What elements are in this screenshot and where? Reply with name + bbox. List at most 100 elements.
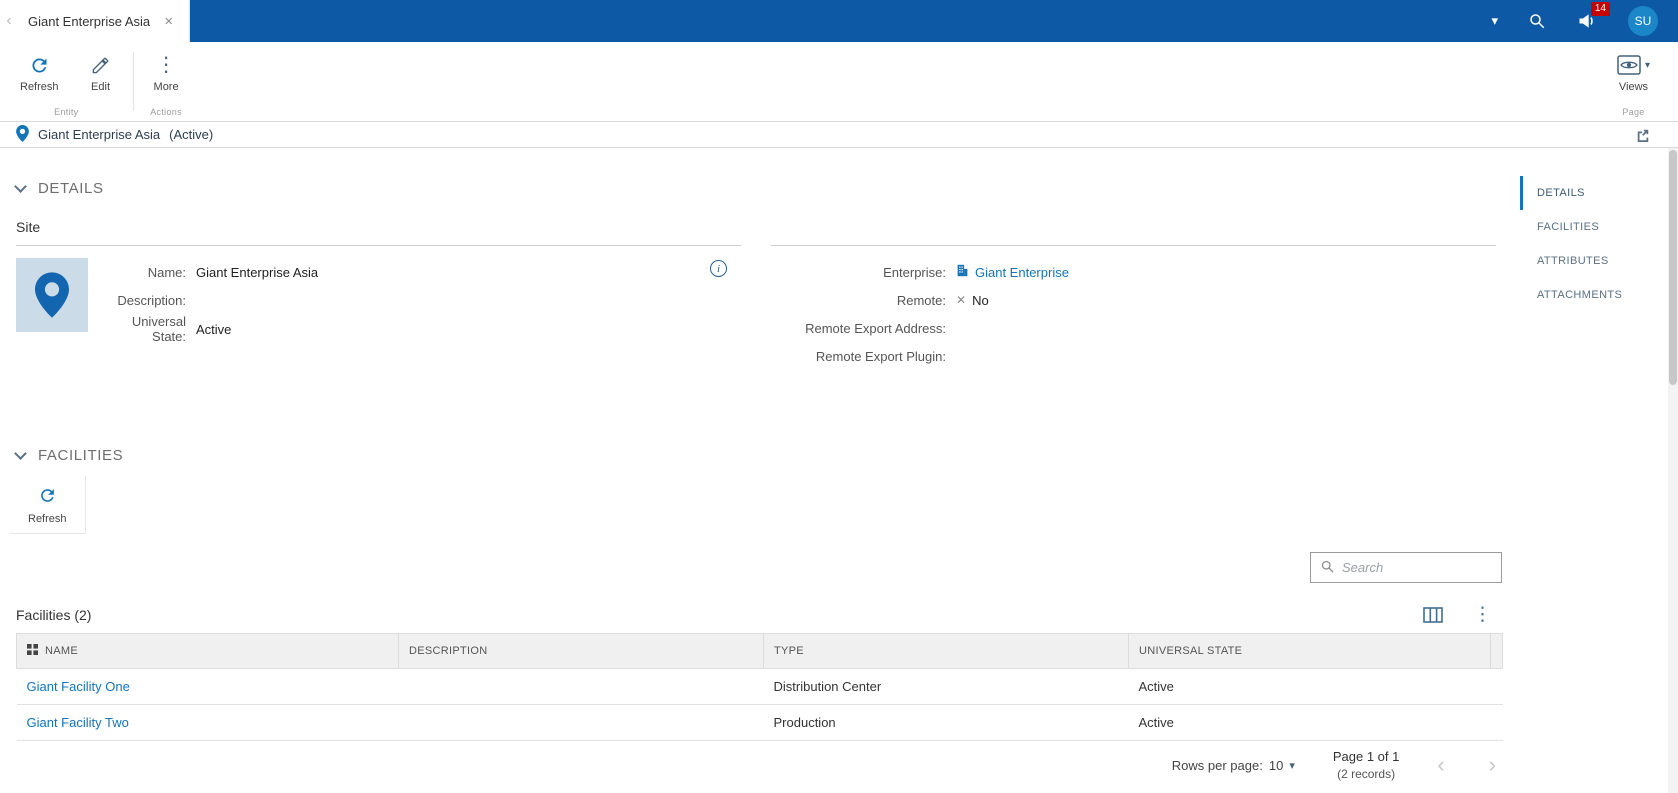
site-subsection-title: Site	[16, 219, 41, 235]
column-header-name[interactable]: NAME	[16, 633, 399, 669]
details-grid: Name: Giant Enterprise Asia Description:…	[16, 245, 1496, 375]
field-universal-state: Universal State: Active	[104, 314, 741, 344]
column-chooser-icon[interactable]	[1423, 607, 1443, 623]
app-window: ‹ Giant Enterprise Asia ✕ ▾ 14 SU Refres…	[0, 0, 1678, 793]
facilities-section-title: FACILITIES	[38, 447, 124, 464]
field-label: Description:	[117, 292, 186, 308]
rows-per-page: Rows per page: 10 ▾	[1172, 758, 1295, 773]
record-title-bar: Giant Enterprise Asia (Active)	[0, 122, 1678, 148]
pagination-bar: Rows per page: 10 ▾ Page 1 of 1 (2 recor…	[16, 749, 1502, 781]
column-header-universal-state[interactable]: UNIVERSAL STATE	[1128, 633, 1491, 669]
cell-type: Production	[763, 704, 1129, 741]
refresh-icon	[38, 486, 57, 508]
user-avatar[interactable]: SU	[1628, 6, 1658, 36]
location-pin-icon	[16, 124, 29, 145]
cell-universal-state: Active	[1128, 668, 1491, 705]
topbar-dropdown-icon[interactable]: ▾	[1491, 13, 1498, 29]
main-content: DETAILS Site Name: Giant Enterprise Asia…	[0, 148, 1512, 781]
section-nav-attachments[interactable]: ATTACHMENTS	[1520, 278, 1666, 312]
section-nav-attributes[interactable]: ATTRIBUTES	[1520, 244, 1666, 278]
section-nav-details[interactable]: DETAILS	[1520, 176, 1666, 210]
field-value: Giant Enterprise Asia	[196, 264, 319, 280]
search-icon[interactable]	[1528, 12, 1546, 30]
facility-name-link[interactable]: Giant Facility One	[27, 679, 130, 694]
previous-page-icon[interactable]: ‹	[1437, 754, 1444, 776]
edit-pencil-icon	[91, 54, 110, 76]
rows-per-page-caret-icon[interactable]: ▾	[1289, 759, 1295, 772]
field-enterprise: Enterprise: Giant Enterprise	[771, 258, 1496, 286]
page-scrollbar	[1668, 148, 1678, 793]
facilities-table: NAME DESCRIPTION TYPE UNIVERSAL STATE Gi…	[16, 633, 1503, 741]
notification-badge: 14	[1590, 2, 1610, 16]
refresh-button[interactable]: Refresh	[8, 48, 71, 97]
facilities-search-box	[1310, 552, 1502, 583]
x-mark-icon: ✕	[956, 293, 967, 307]
topbar: ‹ Giant Enterprise Asia ✕ ▾ 14 SU	[0, 0, 1678, 42]
open-in-window-icon[interactable]	[1636, 128, 1662, 142]
tab-giant-enterprise-asia[interactable]: Giant Enterprise Asia ✕	[18, 0, 191, 42]
field-label: Enterprise:	[883, 264, 946, 280]
views-eye-icon: ▾	[1617, 54, 1650, 76]
details-collapse-icon[interactable]	[14, 179, 27, 193]
info-icon[interactable]: i	[710, 260, 727, 277]
field-value: No	[972, 292, 989, 308]
facility-row[interactable]: Giant Facility Two Production Active	[16, 704, 1503, 741]
table-menu-icon[interactable]: ⋮	[1473, 605, 1492, 624]
column-label: NAME	[45, 645, 78, 657]
section-nav-facilities[interactable]: FACILITIES	[1520, 210, 1666, 244]
tab-strip: ‹ Giant Enterprise Asia ✕	[0, 0, 191, 42]
search-input[interactable]	[1342, 560, 1492, 575]
field-name: Name: Giant Enterprise Asia	[104, 258, 741, 286]
views-label: Views	[1618, 81, 1649, 93]
tab-title: Giant Enterprise Asia	[28, 13, 151, 29]
tab-close-icon[interactable]: ✕	[164, 15, 173, 28]
facility-row[interactable]: Giant Facility One Distribution Center A…	[16, 668, 1503, 705]
cell-spacer	[1490, 668, 1503, 705]
right-fields: Enterprise: Giant Enterprise Remote: ✕ N…	[771, 258, 1496, 370]
field-remote-export-address: Remote Export Address:	[771, 314, 1496, 342]
ribbon-group-caption-actions: Actions	[150, 107, 182, 117]
facilities-refresh-button[interactable]: Refresh	[10, 476, 86, 534]
ribbon-group-caption-page: Page	[1622, 107, 1645, 117]
more-button[interactable]: ⋮ More	[142, 48, 191, 97]
next-page-icon[interactable]: ›	[1489, 754, 1496, 776]
facilities-table-title: Facilities (2)	[16, 607, 92, 623]
more-label: More	[153, 81, 179, 93]
name-column-icon	[27, 644, 38, 658]
column-header-type[interactable]: TYPE	[763, 633, 1129, 669]
details-right-column: Enterprise: Giant Enterprise Remote: ✕ N…	[771, 245, 1496, 375]
search-icon	[1320, 559, 1335, 577]
site-image-placeholder	[16, 258, 88, 332]
column-header-description[interactable]: DESCRIPTION	[398, 633, 764, 669]
enterprise-link[interactable]: Giant Enterprise	[975, 265, 1069, 280]
views-button[interactable]: ▾ Views	[1605, 48, 1662, 97]
edit-button[interactable]: Edit	[77, 48, 125, 97]
facilities-search-row	[16, 552, 1502, 583]
field-label: Remote:	[896, 292, 946, 308]
scrollbar-spacer-header	[1490, 633, 1503, 669]
edit-label: Edit	[91, 81, 111, 93]
facility-name-link[interactable]: Giant Facility Two	[27, 715, 129, 730]
section-nav: DETAILS FACILITIES ATTRIBUTES ATTACHMENT…	[1520, 176, 1666, 312]
details-section-title: DETAILS	[38, 180, 104, 197]
page-scrollbar-thumb[interactable]	[1669, 150, 1677, 385]
cell-type: Distribution Center	[763, 668, 1129, 705]
facilities-table-title-row: Facilities (2) ⋮	[16, 605, 1502, 624]
cell-universal-state: Active	[1128, 704, 1491, 741]
rows-per-page-value[interactable]: 10	[1269, 758, 1283, 773]
announcements-icon[interactable]: 14	[1576, 2, 1610, 31]
tab-scroll-left-icon[interactable]: ‹	[0, 0, 18, 42]
field-label: Name:	[147, 264, 186, 280]
field-label: Remote Export Address:	[805, 320, 946, 336]
refresh-label: Refresh	[20, 81, 59, 93]
left-fields: Name: Giant Enterprise Asia Description:…	[104, 258, 741, 345]
facilities-section-header: FACILITIES	[14, 446, 1512, 464]
page-label: Page 1 of 1	[1332, 749, 1400, 764]
ribbon-group-caption-entity: Entity	[54, 107, 79, 117]
enterprise-building-icon	[956, 264, 969, 280]
facilities-collapse-icon[interactable]	[14, 446, 27, 460]
field-label: Remote Export Plugin:	[815, 348, 946, 364]
field-remote-export-plugin: Remote Export Plugin:	[771, 342, 1496, 370]
ribbon-group-page: ▾ Views Page	[1589, 42, 1678, 121]
